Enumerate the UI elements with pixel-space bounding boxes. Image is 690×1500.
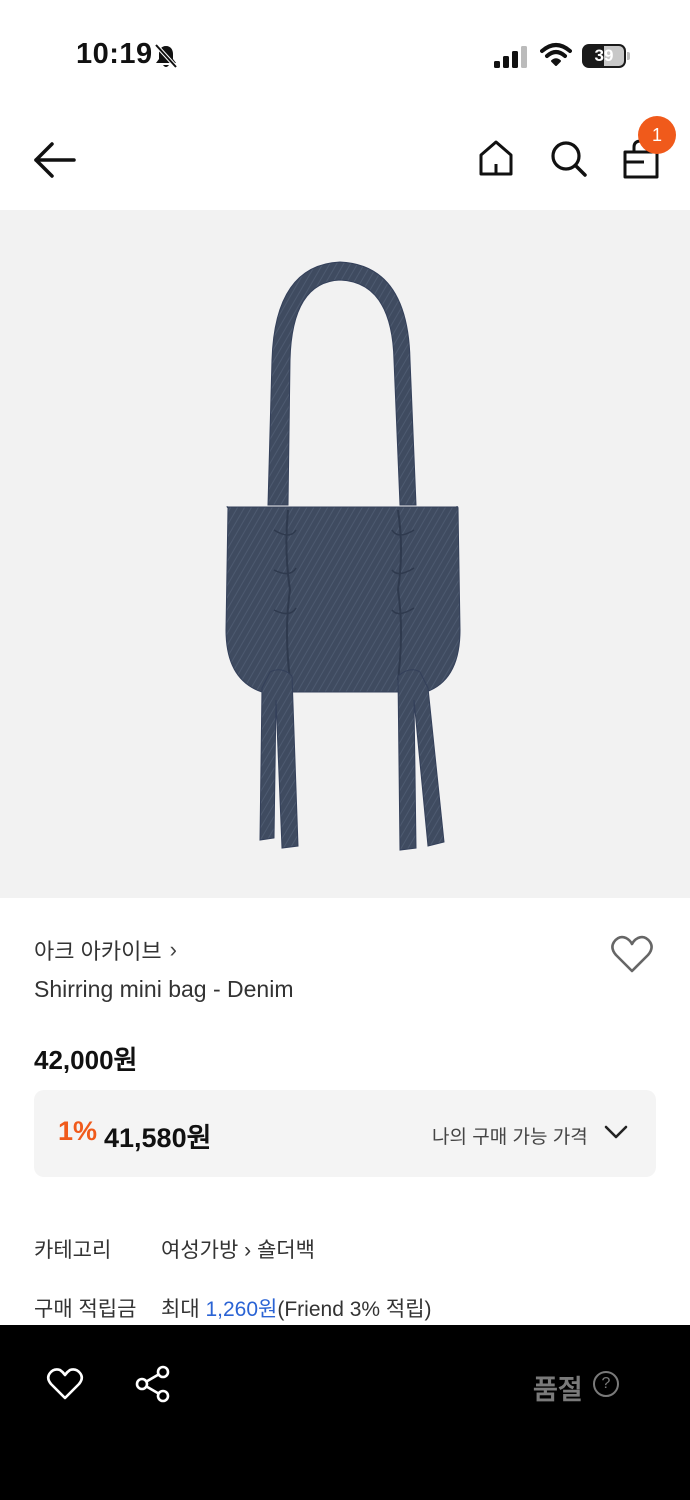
discount-price: 41,580원 — [104, 1123, 212, 1153]
share-icon[interactable] — [134, 1365, 172, 1403]
points-value: 최대 1,260원(Friend 3% 적립) — [161, 1293, 432, 1323]
product-image[interactable] — [0, 210, 690, 898]
cellular-signal-icon — [494, 46, 527, 68]
discount-percent: 1% — [58, 1116, 98, 1146]
chevron-down-icon — [604, 1125, 628, 1139]
category-label: 카테고리 — [34, 1239, 112, 1262]
top-nav — [0, 110, 690, 210]
wifi-icon — [540, 43, 572, 66]
category-main-link[interactable]: 여성가방 — [161, 1239, 238, 1262]
points-label: 구매 적립금 — [34, 1298, 137, 1321]
denim-bag-illustration — [225, 261, 461, 851]
points-prefix: 최대 — [161, 1298, 206, 1321]
chevron-right-icon: › — [169, 937, 177, 962]
cart-count-badge: 1 — [638, 116, 676, 154]
back-arrow-icon[interactable] — [30, 138, 80, 182]
home-icon[interactable] — [476, 138, 516, 178]
my-price-label: 나의 구매 가능 가격 — [432, 1127, 588, 1148]
brand-link[interactable]: 아크 아카이브 › — [34, 934, 177, 966]
chevron-right-icon: › — [244, 1239, 257, 1262]
points-amount: 1,260원 — [205, 1298, 278, 1321]
heart-outline-icon[interactable] — [46, 1367, 84, 1401]
category-path: 여성가방 › 숄더백 — [161, 1234, 315, 1264]
brand-name: 아크 아카이브 — [34, 939, 162, 964]
heart-outline-icon[interactable] — [610, 934, 654, 974]
status-bar: 10:19 39 — [0, 0, 690, 110]
category-sub-link[interactable]: 숄더백 — [257, 1239, 315, 1262]
status-time: 10:19 — [76, 38, 153, 70]
battery-icon: 39 — [582, 44, 630, 68]
bell-muted-icon — [154, 43, 178, 69]
product-name: Shirring mini bag - Denim — [34, 976, 294, 1002]
bottom-action-bar: 품절 ? — [0, 1325, 690, 1500]
my-price-dropdown[interactable]: 1% 41,580원 나의 구매 가능 가격 — [34, 1090, 656, 1177]
soldout-status: 품절 — [533, 1375, 583, 1405]
help-icon[interactable]: ? — [593, 1371, 619, 1397]
points-suffix: (Friend 3% 적립) — [277, 1298, 432, 1321]
search-icon[interactable] — [548, 138, 588, 178]
battery-level: 39 — [594, 46, 614, 65]
product-price: 42,000원 — [34, 1045, 138, 1075]
